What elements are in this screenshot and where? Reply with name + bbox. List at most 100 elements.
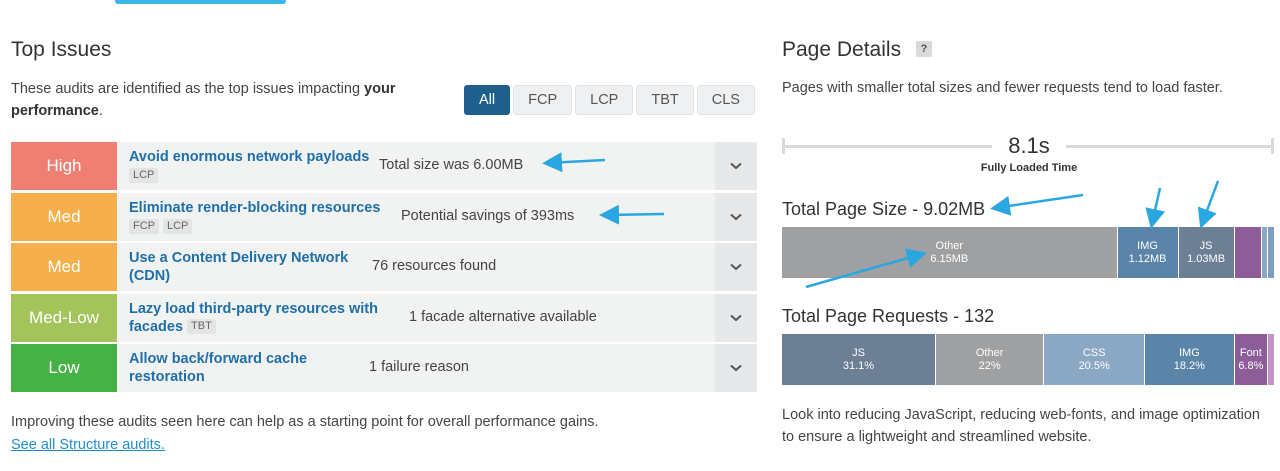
segment-label: Other xyxy=(935,239,964,252)
segment-label: Other xyxy=(975,346,1004,359)
segment-value: 31.1% xyxy=(842,359,875,372)
issue-row[interactable]: Med-Low Lazy load third-party resources … xyxy=(11,293,757,342)
chevron-down-icon xyxy=(730,364,742,372)
segment-label: JS xyxy=(852,346,865,359)
timeline-start-tick xyxy=(782,138,785,154)
bar-segment: Other 22% xyxy=(935,334,1044,385)
issue-title-block: Lazy load third-party resources with fac… xyxy=(129,300,399,336)
bar-segment: CSS 20.5% xyxy=(1043,334,1145,385)
issue-body: Avoid enormous network payloads LCP Tota… xyxy=(117,142,715,190)
metric-tag: LCP xyxy=(163,218,193,234)
segment-value: 1.03MB xyxy=(1187,252,1226,265)
page-size-bar: Other 6.15MB IMG 1.12MB JS 1.03MB xyxy=(782,227,1274,278)
total-page-size-title: Total Page Size - 9.02MB xyxy=(782,199,986,219)
issue-title-link[interactable]: Lazy load third-party resources with fac… xyxy=(129,301,378,335)
timeline-end-tick xyxy=(1271,138,1274,154)
filter-all-button[interactable]: All xyxy=(464,85,511,115)
severity-badge: Med xyxy=(11,243,117,291)
bar-segment: Font 6.8% xyxy=(1233,334,1268,385)
severity-badge: High xyxy=(11,142,117,190)
metric-filter-group: All FCP LCP TBT CLS xyxy=(464,85,755,115)
expand-button[interactable] xyxy=(715,344,757,392)
metric-tag: TBT xyxy=(187,319,216,335)
intro-text: These audits are identified as the top i… xyxy=(11,81,365,97)
page-details-intro: Pages with smaller total sizes and fewer… xyxy=(782,80,1223,96)
help-icon[interactable]: ? xyxy=(916,41,932,57)
issue-tags: FCP LCP xyxy=(129,218,193,234)
bar-segment: JS 1.03MB xyxy=(1177,227,1234,278)
issues-list: High Avoid enormous network payloads LCP… xyxy=(11,142,757,395)
issue-body: Lazy load third-party resources with fac… xyxy=(117,294,715,342)
segment-label: JS xyxy=(1199,239,1213,252)
expand-button[interactable] xyxy=(715,192,757,241)
metric-tag: FCP xyxy=(129,218,159,234)
top-issues-intro: These audits are identified as the top i… xyxy=(11,78,431,122)
arrow-annotation xyxy=(1145,187,1166,229)
filter-lcp-button[interactable]: LCP xyxy=(575,85,634,115)
page-requests-bar: JS 31.1% Other 22% CSS 20.5% IMG 18.2% Font 6.8% xyxy=(782,334,1274,385)
segment-label: IMG xyxy=(1137,239,1158,252)
arrow-annotation xyxy=(990,193,1084,216)
bar-segment: JS 31.1% xyxy=(782,334,935,385)
filter-tbt-button[interactable]: TBT xyxy=(636,85,694,115)
see-all-audits-link[interactable]: See all Structure audits. xyxy=(11,437,165,453)
page-details-title: Page Details xyxy=(782,38,902,61)
issue-row[interactable]: Low Allow back/forward cache restoration… xyxy=(11,344,757,392)
issue-detail: Potential savings of 393ms xyxy=(401,207,575,224)
issue-tags: LCP xyxy=(129,168,159,183)
chevron-down-icon xyxy=(730,314,742,321)
expand-button[interactable] xyxy=(715,293,757,342)
issue-body: Allow back/forward cache restoration 1 f… xyxy=(117,344,715,392)
segment-value: 1.12MB xyxy=(1128,252,1167,265)
chevron-down-icon xyxy=(730,213,742,220)
page-details-note: Look into reducing JavaScript, reducing … xyxy=(782,407,1260,445)
issue-detail: 1 facade alternative available xyxy=(409,308,597,325)
intro-period: . xyxy=(98,103,103,119)
bar-segment: Other 6.15MB xyxy=(782,227,1117,278)
bar-segment: IMG 18.2% xyxy=(1144,334,1234,385)
bar-segment xyxy=(1267,334,1274,385)
chevron-down-icon xyxy=(730,263,742,271)
filter-cls-button[interactable]: CLS xyxy=(696,85,755,115)
total-page-requests-title: Total Page Requests - 132 xyxy=(782,306,995,326)
segment-label: CSS xyxy=(1082,346,1106,359)
severity-badge: Med xyxy=(11,192,117,241)
issue-title-link[interactable]: Avoid enormous network payloads xyxy=(129,148,399,166)
segment-label: IMG xyxy=(1178,346,1200,359)
segment-label: Font xyxy=(1239,346,1262,359)
footer-text: Improving these audits seen here can hel… xyxy=(11,414,599,430)
segment-value: 22% xyxy=(978,359,1001,372)
fully-loaded-timeline: 8.1s Fully Loaded Time xyxy=(782,132,1274,174)
accent-tab-indicator xyxy=(115,0,286,4)
issue-title-link[interactable]: Eliminate render-blocking resources xyxy=(129,199,399,217)
severity-badge: Med-Low xyxy=(11,293,117,342)
bar-segment xyxy=(1233,227,1262,278)
fully-loaded-value: 8.1s xyxy=(992,133,1066,159)
issue-body: Eliminate render-blocking resources FCP … xyxy=(117,193,715,241)
issue-detail: 76 resources found xyxy=(372,258,497,274)
segment-value: 6.15MB xyxy=(930,252,969,265)
severity-badge: Low xyxy=(11,344,117,392)
segment-value: 6.8% xyxy=(1238,359,1264,372)
fully-loaded-label: Fully Loaded Time xyxy=(980,162,1078,174)
bar-segment xyxy=(1267,227,1274,278)
issue-tags: TBT xyxy=(187,319,216,335)
metric-tag: LCP xyxy=(129,168,159,183)
arrow-annotation xyxy=(1197,180,1220,229)
issue-detail: 1 failure reason xyxy=(369,359,469,375)
top-issues-title: Top Issues xyxy=(11,38,112,61)
expand-button[interactable] xyxy=(715,142,757,190)
issue-row[interactable]: Med Eliminate render-blocking resources … xyxy=(11,192,757,241)
filter-fcp-button[interactable]: FCP xyxy=(513,85,573,115)
issue-row[interactable]: Med Use a Content Delivery Network (CDN)… xyxy=(11,243,757,291)
issue-body: Use a Content Delivery Network (CDN) 76 … xyxy=(117,243,715,291)
segment-value: 20.5% xyxy=(1078,359,1110,372)
segment-value: 18.2% xyxy=(1173,359,1205,372)
issue-title-link[interactable]: Use a Content Delivery Network (CDN) xyxy=(129,249,369,285)
issue-detail: Total size was 6.00MB xyxy=(379,157,524,173)
bar-segment: IMG 1.12MB xyxy=(1116,227,1178,278)
chevron-down-icon xyxy=(730,162,742,170)
expand-button[interactable] xyxy=(715,243,757,291)
issue-row[interactable]: High Avoid enormous network payloads LCP… xyxy=(11,142,757,190)
issue-title-link[interactable]: Allow back/forward cache restoration xyxy=(129,350,349,386)
